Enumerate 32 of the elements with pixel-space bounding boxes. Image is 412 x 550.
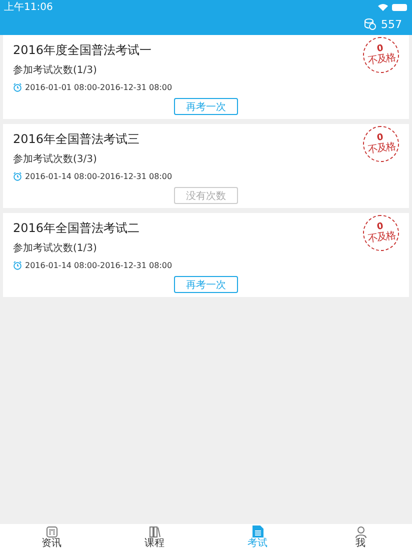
document-icon (46, 526, 58, 538)
tab-item[interactable]: 考试 (206, 524, 309, 550)
status-time: 上午11:06 (4, 0, 53, 14)
alarm-clock-icon (13, 172, 22, 181)
tab-item[interactable]: 课程 (103, 524, 206, 550)
wifi-icon (378, 3, 388, 11)
attempt-count: 参加考试次数(1/3) (13, 64, 98, 77)
books-icon (148, 526, 160, 538)
tab-item[interactable]: 我 (309, 524, 412, 550)
stamp-score: 0 (376, 134, 384, 144)
attempt-count: 参加考试次数(1/3) (13, 242, 98, 255)
exam-title: 2016年度全国普法考试一 (13, 42, 152, 59)
battery-icon (392, 4, 408, 10)
tab-item[interactable]: 资讯 (0, 524, 103, 550)
points-count: 557 (381, 18, 402, 30)
stamp-score: 0 (376, 44, 384, 54)
attempt-count: 参加考试次数(3/3) (13, 152, 98, 166)
exam-period: 2016-01-14 08:00-2016-12-31 08:00 (25, 261, 172, 270)
exam-action-button[interactable]: 再考一次 (174, 98, 238, 115)
alarm-clock-icon (13, 83, 22, 92)
alarm-clock-icon (13, 261, 22, 270)
exam-period: 2016-01-14 08:00-2016-12-31 08:00 (25, 172, 172, 181)
exam-action-button[interactable]: 再考一次 (174, 276, 238, 293)
stamp-result: 不及格 (368, 230, 396, 245)
exam-title: 2016年全国普法考试三 (13, 131, 140, 148)
stamp-score: 0 (376, 222, 384, 232)
stamp-result: 不及格 (368, 141, 396, 156)
exam-title: 2016年全国普法考试二 (13, 220, 140, 237)
person-icon (354, 526, 366, 538)
stamp-result: 不及格 (368, 52, 396, 67)
coins-icon (364, 18, 376, 30)
exam-period: 2016-01-01 08:00-2016-12-31 08:00 (25, 83, 172, 92)
